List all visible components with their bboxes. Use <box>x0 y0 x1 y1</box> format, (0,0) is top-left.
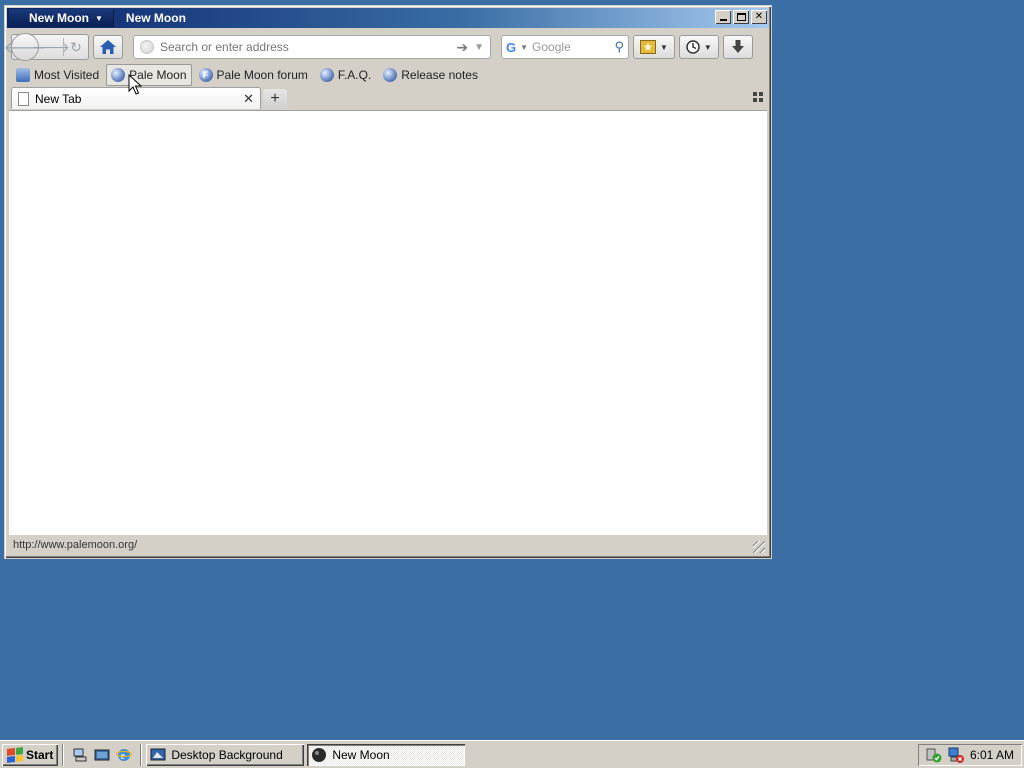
new-tab-button[interactable]: + <box>263 89 287 109</box>
bookmark-label: Release notes <box>401 68 478 82</box>
blank-page-icon <box>18 91 29 106</box>
clock[interactable]: 6:01 AM <box>970 748 1014 762</box>
bookmark-star-icon <box>640 40 656 54</box>
app-menu-label: New Moon <box>29 11 89 25</box>
mouse-cursor-icon <box>128 74 142 95</box>
internet-explorer-icon[interactable]: e <box>116 747 133 763</box>
clock-icon <box>686 40 700 54</box>
search-folder-icon <box>16 68 30 82</box>
minimize-button[interactable] <box>715 10 731 24</box>
go-arrow-icon[interactable]: ➔ <box>456 39 468 56</box>
navigation-toolbar: 🡐 🡒 ↻ ➔ ▼ G ▼ ⚲ <box>4 31 769 63</box>
bookmarks-menu-button[interactable]: ▼ <box>633 35 675 59</box>
chevron-down-icon: ▼ <box>703 42 712 52</box>
bookmark-label: Most Visited <box>34 68 100 82</box>
home-button[interactable] <box>93 35 123 59</box>
windows-logo-icon <box>7 746 23 763</box>
start-label: Start <box>26 747 54 762</box>
quick-launch: e <box>68 747 136 763</box>
globe-icon <box>319 68 334 82</box>
bookmark-pale-moon-forum[interactable]: F Pale Moon forum <box>194 64 313 86</box>
tab-close-icon[interactable]: ✕ <box>243 91 254 107</box>
taskbar-button-desktop-background[interactable]: Desktop Background <box>146 744 304 766</box>
reload-button[interactable]: ↻ <box>64 35 88 59</box>
reload-icon: ↻ <box>70 38 82 55</box>
download-arrow-icon <box>731 40 744 53</box>
separator <box>140 743 143 766</box>
search-engine-dropdown-icon[interactable]: ▼ <box>520 43 528 52</box>
back-forward-group: 🡐 🡒 ↻ <box>4 33 89 61</box>
globe-icon <box>111 68 126 82</box>
close-icon: ✕ <box>754 11 764 22</box>
bookmark-faq[interactable]: F.A.Q. <box>315 64 376 86</box>
maximize-button[interactable] <box>733 10 749 24</box>
bookmark-release-notes[interactable]: Release notes <box>378 64 483 86</box>
google-icon[interactable]: G <box>506 40 516 55</box>
forum-icon: F <box>198 68 213 82</box>
status-text: http://www.palemoon.org/ <box>13 539 138 551</box>
window-controls: ✕ <box>715 10 767 24</box>
bookmark-label: Pale Moon forum <box>216 68 308 82</box>
taskbar: Start e Desktop Background New Moon 6:01… <box>0 740 1024 768</box>
new-moon-icon <box>312 747 327 762</box>
title-bar[interactable]: New Moon ▼ New Moon ✕ <box>7 8 769 28</box>
forward-button[interactable]: 🡒 <box>32 35 70 59</box>
bookmark-label: F.A.Q. <box>337 68 372 82</box>
search-bar[interactable]: G ▼ ⚲ <box>501 35 629 59</box>
minimize-icon <box>719 19 727 21</box>
url-history-dropdown-icon[interactable]: ▼ <box>474 42 484 53</box>
bookmark-pale-moon[interactable]: Pale Moon <box>106 64 192 86</box>
window-title: New Moon <box>125 11 186 25</box>
search-icon[interactable]: ⚲ <box>614 39 624 55</box>
bookmarks-toolbar: Most Visited Pale Moon F Pale Moon forum… <box>7 63 769 87</box>
page-content[interactable] <box>9 110 767 535</box>
task-label: New Moon <box>332 747 390 762</box>
start-button[interactable]: Start <box>2 744 58 766</box>
bookmark-most-visited[interactable]: Most Visited <box>11 64 104 86</box>
taskbar-button-new-moon[interactable]: New Moon <box>307 743 466 766</box>
separator <box>62 743 65 766</box>
system-tray: 6:01 AM <box>918 744 1022 766</box>
desktop-background-icon <box>150 748 166 760</box>
browser-window: New Moon ▼ New Moon ✕ 🡐 🡒 ↻ Search or en… <box>4 5 772 559</box>
status-bar: http://www.palemoon.org/ <box>9 535 767 555</box>
downloads-button[interactable] <box>722 35 753 59</box>
history-button[interactable]: ▼ <box>678 35 719 59</box>
plus-icon: + <box>270 90 280 107</box>
home-icon <box>100 40 116 54</box>
chevron-down-icon: ▼ <box>660 42 668 52</box>
task-label: Desktop Background <box>171 747 283 762</box>
tab-groups-icon[interactable] <box>753 92 763 102</box>
address-input[interactable] <box>160 40 451 54</box>
globe-icon <box>383 68 398 82</box>
security-check-icon[interactable] <box>926 747 942 763</box>
address-bar[interactable]: ➔ ▼ <box>133 35 491 59</box>
resize-grip-icon[interactable] <box>753 541 765 553</box>
computer-icon[interactable] <box>72 747 88 763</box>
chevron-down-icon: ▼ <box>95 13 103 23</box>
maximize-icon <box>736 13 746 21</box>
show-desktop-icon[interactable] <box>94 747 110 763</box>
network-disconnected-icon[interactable] <box>948 747 964 763</box>
search-input[interactable] <box>532 40 611 54</box>
close-button[interactable]: ✕ <box>751 10 767 24</box>
tab-strip: New Tab ✕ + <box>7 87 769 109</box>
app-menu-button[interactable]: New Moon ▼ <box>9 9 114 27</box>
site-identity-icon[interactable] <box>140 40 154 54</box>
